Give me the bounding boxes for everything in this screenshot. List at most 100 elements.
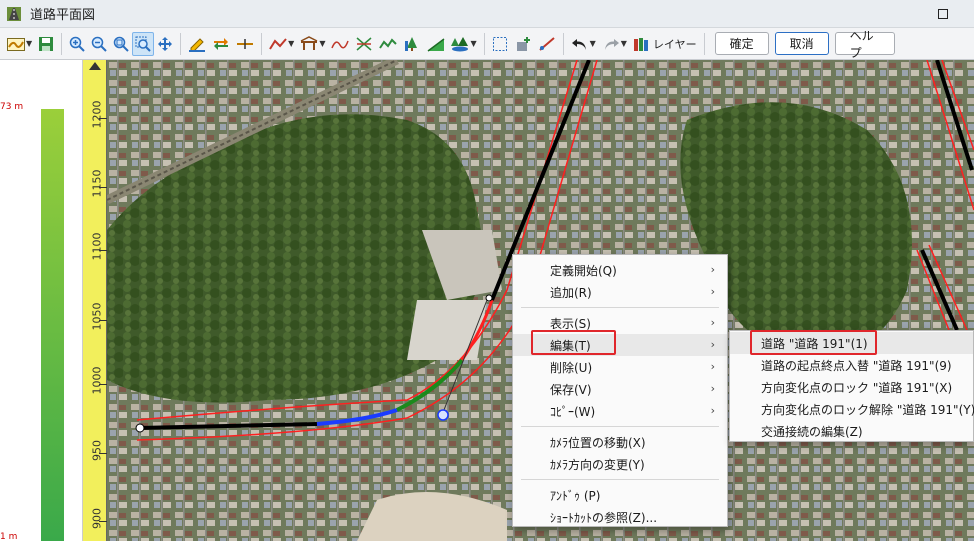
line-style-button[interactable]: ▼ (266, 32, 297, 56)
submenu-item-road[interactable]: 道路 "道路 191"(1) (730, 332, 973, 354)
menu-item-label: ｺﾋﾟｰ(W) (550, 404, 596, 419)
split-road-button[interactable] (233, 32, 257, 56)
chevron-down-icon: ▼ (589, 39, 596, 48)
layer-button[interactable]: レイヤー (630, 32, 700, 56)
ruler-tick (99, 250, 107, 251)
ruler-tick (99, 521, 107, 522)
elevation-min-label: 1 m (0, 532, 18, 541)
zoom-out-icon (91, 36, 107, 52)
undo-button[interactable]: ▼ (568, 32, 599, 56)
cancel-button[interactable]: 取消 (774, 32, 829, 55)
swap-arrows-icon (214, 37, 229, 50)
landscape-icon (451, 36, 469, 51)
split-line-icon (237, 38, 254, 49)
redo-button[interactable]: ▼ (599, 32, 630, 56)
dashed-rectangle-icon (492, 36, 507, 51)
toolbar-divider (61, 32, 63, 55)
landscape-button[interactable]: ▼ (448, 32, 479, 56)
tree-icon (405, 36, 418, 51)
chevron-right-icon: › (710, 338, 715, 351)
menu-item-label: 表示(S) (550, 316, 591, 331)
menu-item-label: ｼｮｰﾄｶｯﾄの参照(Z)... (550, 510, 658, 525)
submenu-item-edit-traffic-connection[interactable]: 交通接続の編集(Z) (730, 420, 973, 442)
chevron-down-icon: ▼ (319, 39, 326, 48)
menu-item-label: 削除(U) (550, 360, 593, 375)
tree-button[interactable] (400, 32, 424, 56)
menu-item-delete[interactable]: 削除(U) › (513, 356, 727, 378)
elevation-profile-panel: 73 m 1 m (0, 60, 83, 541)
elevation-max-label: 73 m (0, 102, 24, 112)
elevation-color-bar (41, 109, 64, 541)
ruler-label: 1050 (90, 302, 104, 331)
vertical-ruler[interactable]: 1200 1150 1100 1050 1000 950 900 (83, 60, 107, 541)
window-title: 道路平面図 (30, 8, 96, 23)
menu-item-add[interactable]: 追加(R) › (513, 281, 727, 303)
profile-view-button[interactable]: ▼ (4, 32, 35, 56)
layer-label: レイヤー (652, 37, 697, 51)
help-button[interactable]: ヘルプ (834, 29, 895, 60)
ruler-tick (99, 320, 107, 321)
chevron-right-icon: › (710, 263, 715, 276)
menu-item-label: 編集(T) (550, 338, 591, 353)
menu-item-move-camera[interactable]: ｶﾒﾗ位置の移動(X) (513, 431, 727, 453)
terrain-line-button[interactable] (376, 32, 400, 56)
submenu-item-unlock-direction-points[interactable]: 方向変化点のロック解除 "道路 191"(Y) (730, 398, 974, 420)
zoom-in-button[interactable] (66, 32, 88, 56)
ruler-label: 1100 (90, 232, 104, 261)
undo-icon (571, 38, 586, 50)
maximize-icon[interactable] (920, 0, 966, 28)
menu-item-label: ｱﾝﾄﾞｩ (P) (550, 488, 601, 503)
profile-curve-icon (7, 37, 25, 51)
ruler-label: 1150 (90, 169, 104, 198)
save-icon (39, 36, 54, 51)
ruler-tick (99, 453, 107, 454)
slope-button[interactable] (424, 32, 448, 56)
menu-item-undo[interactable]: ｱﾝﾄﾞｩ (P) (513, 484, 727, 506)
zoom-fit-button[interactable] (110, 32, 132, 56)
terrain-line-icon (379, 37, 398, 49)
menu-item-shortcuts[interactable]: ｼｮｰﾄｶｯﾄの参照(Z)... (513, 506, 727, 528)
select-area-button[interactable] (489, 32, 511, 56)
measure-button[interactable] (535, 32, 559, 56)
ruler-tick (99, 187, 107, 188)
chevron-right-icon: › (710, 404, 715, 417)
zoom-out-button[interactable] (88, 32, 110, 56)
menu-divider (521, 307, 719, 308)
road-map-app-icon (6, 6, 22, 22)
menu-item-label: ｶﾒﾗ位置の移動(X) (550, 435, 646, 450)
bridge-icon (300, 35, 318, 50)
ruler-tick (99, 118, 107, 119)
title-bar: 道路平面図 (0, 0, 974, 28)
menu-item-copy[interactable]: ｺﾋﾟｰ(W) › (513, 400, 727, 422)
zoom-window-button[interactable] (132, 31, 155, 56)
ruler-label: 1200 (90, 100, 104, 129)
slope-icon (428, 37, 445, 52)
menu-item-label: ｶﾒﾗ方向の変更(Y) (550, 457, 645, 472)
bridge-button[interactable]: ▼ (297, 32, 328, 56)
submenu-item-swap-start-end[interactable]: 道路の起点終点入替 "道路 191"(9) (730, 354, 973, 376)
curve-button[interactable] (328, 32, 352, 56)
menu-item-edit[interactable]: 編集(T) › (513, 334, 727, 356)
draw-road-button[interactable] (185, 32, 209, 56)
reverse-road-button[interactable] (209, 32, 233, 56)
pan-arrows-icon (158, 36, 173, 51)
toolbar-divider (703, 32, 705, 55)
curve-icon (331, 40, 350, 48)
menu-item-label: 追加(R) (550, 285, 592, 300)
confirm-button[interactable]: 確定 (714, 32, 769, 55)
chevron-down-icon: ▼ (620, 39, 627, 48)
menu-divider (521, 479, 719, 480)
menu-item-save[interactable]: 保存(V) › (513, 378, 727, 400)
layer-books-icon (633, 37, 648, 51)
submenu-item-lock-direction-points[interactable]: 方向変化点のロック "道路 191"(X) (730, 376, 973, 398)
pan-button[interactable] (154, 32, 176, 56)
toolbar-divider (261, 32, 263, 55)
menu-item-display[interactable]: 表示(S) › (513, 312, 727, 334)
menu-divider (521, 426, 719, 427)
add-object-button[interactable] (511, 32, 535, 56)
intersection-button[interactable] (352, 32, 376, 56)
menu-item-define-start[interactable]: 定義開始(Q) › (513, 259, 727, 281)
save-button[interactable] (35, 32, 57, 56)
measure-icon (538, 36, 555, 51)
menu-item-change-camera-direction[interactable]: ｶﾒﾗ方向の変更(Y) (513, 453, 727, 475)
